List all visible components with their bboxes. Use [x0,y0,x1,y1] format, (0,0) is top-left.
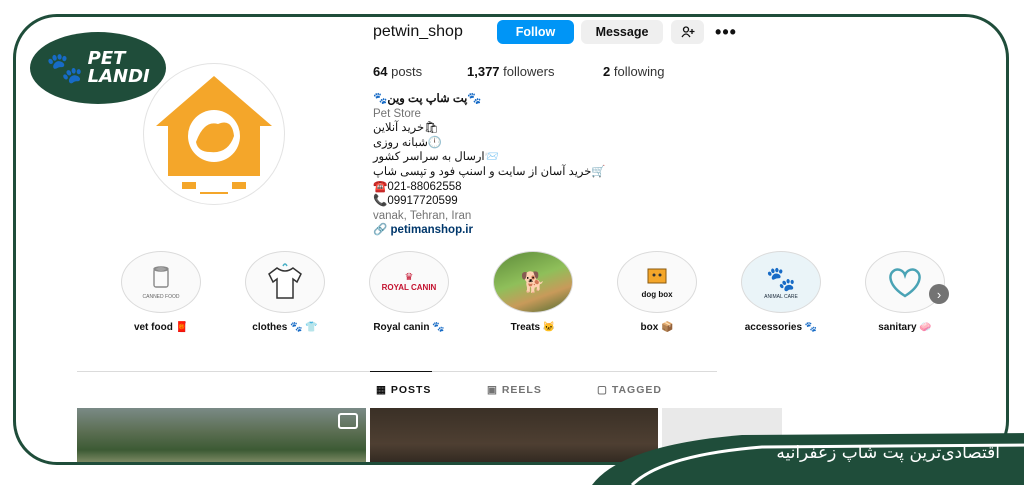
bio-category: Pet Store [373,107,421,120]
highlight-clothes[interactable]: clothes 🐾 👕 [237,251,333,333]
bio-link-row[interactable]: 🔗 petimanshop.ir [373,223,703,238]
dog-box-caption: dog box [641,290,673,299]
posts-label: posts [391,64,423,79]
canned-food-icon [153,265,169,288]
tab-reels[interactable]: ▣ REELS [487,384,542,396]
message-button[interactable]: Message [581,20,663,44]
more-dots-icon: ••• [715,21,737,42]
add-user-button[interactable] [671,20,704,44]
bio-phone-2: 📞09917720599 [373,195,458,208]
highlight-box[interactable]: dog box box 📦 [609,251,705,333]
following-stat[interactable]: 2 following [603,64,664,79]
highlight-cover: CANNED FOOD [121,251,201,313]
bio-name: 🐾پت شاپ پت وین🐾 [373,93,482,105]
pet-heart-icon [889,268,921,298]
highlight-cover: ♛ ROYAL CANIN [369,251,449,313]
tab-reels-label: REELS [501,384,542,396]
tab-posts[interactable]: ▦ POSTS [376,384,431,396]
profile-avatar[interactable] [143,63,285,205]
canned-food-caption: CANNED FOOD [142,293,180,300]
highlight-vet-food[interactable]: CANNED FOOD vet food 🧧 [113,251,209,333]
bio-phone-1: ☎️021-88062558 [373,180,462,193]
bio-line-hours: 🕛شبانه روزی [373,136,443,149]
bio-line-shipping: 📨ارسال به سراسر کشور [373,151,499,164]
highlight-treats[interactable]: 🐕 Treats 🐱 [485,251,581,333]
dog-box-icon [647,268,667,284]
petlandi-logo: 🐾 PET LANDI [30,32,166,104]
posts-count: 64 [373,64,388,79]
reels-icon: ▣ [487,384,498,396]
tshirt-icon [268,263,302,299]
highlight-label: Treats 🐱 [510,322,556,333]
screenshot-frame: petwin_shop Follow Message ••• 64 posts … [13,14,1009,465]
pet-house-logo-icon [156,76,272,194]
highlight-label: vet food 🧧 [133,322,189,333]
followers-label: followers [503,64,555,79]
bio-line-shopping: 🛒خرید آسان از سایت و اسنپ فود و تپسی شاپ [373,165,606,178]
highlight-label: Royal canin 🐾 [373,322,445,333]
bio-location: vanak, Tehran, Iran [373,209,472,222]
highlight-cover: dog box [617,251,697,313]
chevron-right-icon: › [936,286,942,302]
highlight-cover: 🐾 ANIMAL CARE [741,251,821,313]
logo-text-line2: LANDI [87,66,150,87]
tagged-icon: ▢ [597,384,608,396]
crown-icon: ♛ [404,272,414,283]
tab-tagged-label: TAGGED [611,384,662,396]
highlight-label: sanitary 🧼 [878,322,932,333]
follow-button[interactable]: Follow [497,20,574,44]
tab-posts-label: POSTS [390,384,432,396]
highlight-label: clothes 🐾 👕 [252,322,318,333]
paw-logo-icon: 🐾 [46,51,84,85]
tab-tagged[interactable]: ▢ TAGGED [597,384,662,396]
bio-line-online: 🛍خرید آنلاین [373,122,439,135]
highlight-cover: 🐕 [493,251,573,313]
grid-icon: ▦ [376,384,387,396]
banner-text: اقتصادی‌ترین پت شاپ زعفرانیه [776,443,1000,463]
royal-canin-logo: ROYAL CANIN [381,283,437,292]
dog-photo-icon: 🐕 [520,271,546,294]
active-tab-indicator [370,371,432,372]
highlight-label: accessories 🐾 [744,322,818,333]
paw-icon: 🐾 [766,265,796,293]
highlight-cover [865,251,945,313]
post-thumbnail[interactable] [77,408,366,462]
following-count: 2 [603,64,611,79]
profile-username: petwin_shop [373,23,463,40]
add-user-icon [680,26,694,38]
followers-count: 1,377 [467,64,500,79]
highlight-cover [245,251,325,313]
animal-care-caption: ANIMAL CARE [764,293,798,300]
link-icon: 🔗 [373,224,388,237]
reel-icon [338,413,358,429]
profile-bio: 🐾پت شاپ پت وین🐾 Pet Store 🛍خرید آنلاین 🕛… [373,92,703,238]
following-label: following [613,64,665,79]
highlight-accessories[interactable]: 🐾 ANIMAL CARE accessories 🐾 [733,251,829,333]
followers-stat[interactable]: 1,377 followers [467,64,554,79]
highlights-next-button[interactable]: › [929,284,949,304]
posts-stat: 64 posts [373,64,422,79]
highlight-label: box 📦 [640,322,674,333]
bio-link[interactable]: petimanshop.ir [391,224,473,236]
highlight-royal-canin[interactable]: ♛ ROYAL CANIN Royal canin 🐾 [361,251,457,333]
more-options-button[interactable]: ••• [711,20,741,44]
